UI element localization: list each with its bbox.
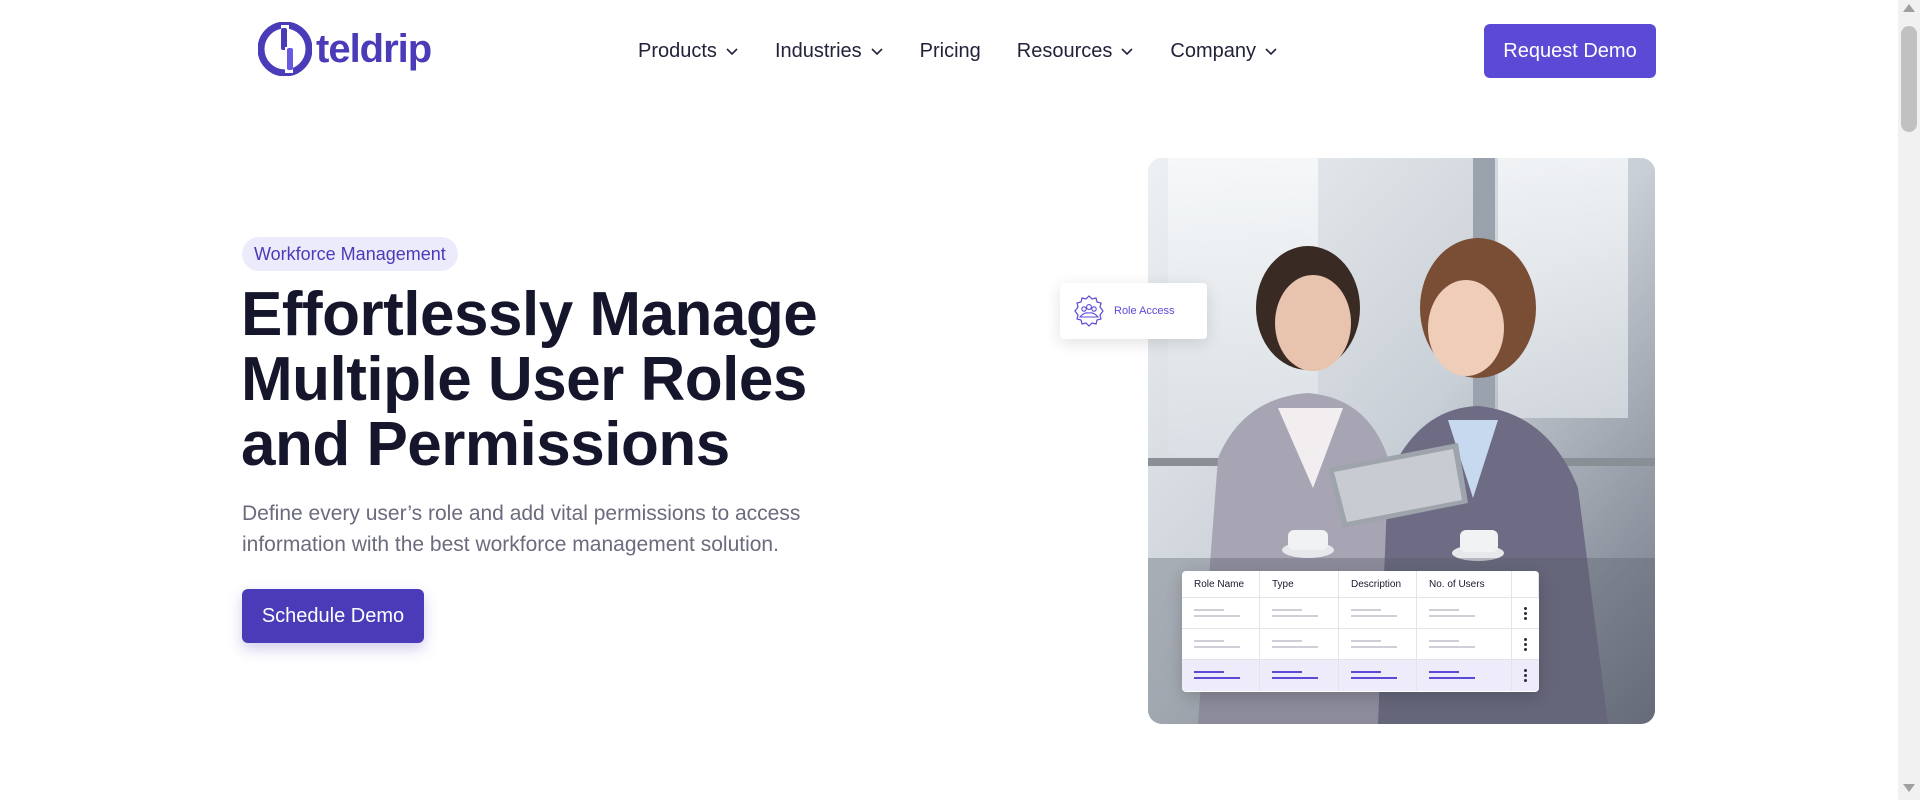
- table-row-highlighted: [1182, 660, 1539, 691]
- placeholder-cell: [1182, 598, 1260, 628]
- category-badge: Workforce Management: [242, 237, 458, 271]
- page-scrollbar[interactable]: [1898, 0, 1920, 800]
- role-access-icon: [1074, 295, 1104, 327]
- chevron-down-icon: [1121, 48, 1133, 56]
- column-header: Role Name: [1182, 571, 1260, 597]
- column-header-actions: [1512, 571, 1539, 597]
- logo-text: teldrip: [316, 26, 432, 71]
- scroll-down-arrow-icon[interactable]: [1903, 784, 1915, 792]
- column-header: Type: [1260, 571, 1339, 597]
- chevron-down-icon: [1265, 48, 1277, 56]
- nav-item-resources[interactable]: Resources: [1017, 36, 1135, 66]
- table-row: [1182, 629, 1539, 660]
- hero-description: Define every user’s role and add vital p…: [242, 502, 801, 556]
- nav-item-industries[interactable]: Industries: [775, 36, 884, 66]
- main-nav: Products Industries Pricing Resources Co…: [638, 36, 1314, 66]
- placeholder-cell: [1339, 598, 1417, 628]
- placeholder-cell: [1260, 660, 1339, 691]
- nav-item-products[interactable]: Products: [638, 36, 739, 66]
- nav-item-company[interactable]: Company: [1170, 36, 1278, 66]
- hero-title: Effortlessly Manage Multiple User Roles …: [241, 280, 818, 479]
- more-options-icon: [1512, 660, 1539, 691]
- nav-item-label: Company: [1170, 39, 1257, 62]
- table-header: Role Name Type Description No. of Users: [1182, 571, 1539, 598]
- more-options-icon: [1512, 598, 1539, 628]
- placeholder-cell: [1260, 598, 1339, 628]
- column-header: Description: [1339, 571, 1417, 597]
- nav-item-label: Industries: [774, 39, 862, 62]
- nav-item-label: Resources: [1016, 39, 1113, 62]
- placeholder-cell: [1339, 629, 1417, 659]
- request-demo-button[interactable]: Request Demo: [1484, 24, 1656, 78]
- site-header: teldrip Products Industries Pricing Reso…: [0, 0, 1898, 100]
- more-options-icon: [1512, 629, 1539, 659]
- logo[interactable]: teldrip: [258, 22, 432, 76]
- nav-item-label: Pricing: [919, 39, 981, 62]
- placeholder-cell: [1339, 660, 1417, 691]
- placeholder-cell: [1182, 629, 1260, 659]
- placeholder-cell: [1260, 629, 1339, 659]
- placeholder-cell: [1417, 660, 1512, 691]
- placeholder-cell: [1417, 598, 1512, 628]
- nav-item-pricing[interactable]: Pricing: [920, 36, 981, 66]
- table-row: [1182, 598, 1539, 629]
- chevron-down-icon: [726, 48, 738, 56]
- roles-table: Role Name Type Description No. of Users: [1182, 571, 1539, 692]
- role-access-label: Role Access: [1114, 305, 1175, 317]
- teldrip-logo-icon: [258, 22, 312, 76]
- chevron-down-icon: [871, 48, 883, 56]
- placeholder-cell: [1182, 660, 1260, 691]
- placeholder-cell: [1417, 629, 1512, 659]
- role-access-card: Role Access: [1060, 283, 1207, 339]
- scroll-up-arrow-icon[interactable]: [1903, 4, 1915, 12]
- column-header: No. of Users: [1417, 571, 1512, 597]
- schedule-demo-button[interactable]: Schedule Demo: [242, 589, 424, 643]
- nav-item-label: Products: [638, 39, 717, 62]
- scroll-thumb[interactable]: [1901, 26, 1917, 132]
